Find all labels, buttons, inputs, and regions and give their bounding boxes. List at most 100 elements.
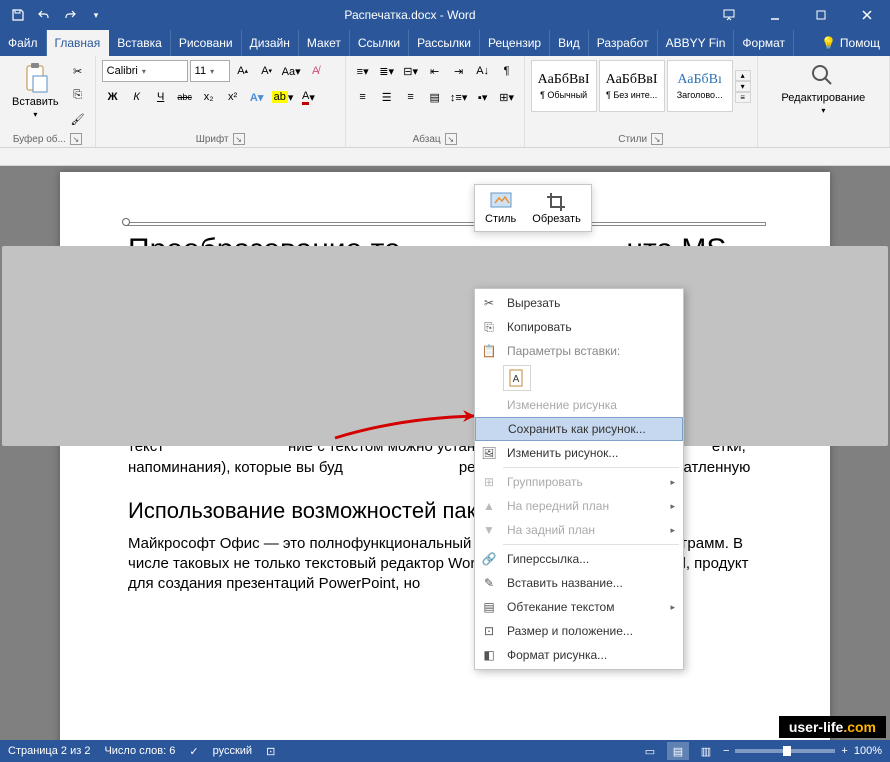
align-right-icon[interactable]: ≡ (400, 86, 422, 108)
show-marks-icon[interactable]: ¶ (496, 60, 518, 82)
editing-button[interactable]: Редактирование ▾ (764, 60, 883, 117)
group-clipboard: Вставить ▾ ✂ ⎘ 🖌 Буфер об...↘ (0, 56, 96, 147)
tab-format[interactable]: Формат (734, 30, 794, 56)
tab-developer[interactable]: Разработ (589, 30, 658, 56)
chevron-down-icon: ▾ (33, 110, 37, 119)
numbering-icon[interactable]: ≣▾ (376, 60, 398, 82)
image-handle[interactable] (122, 218, 130, 226)
menu-edit-picture[interactable]: 🖼Изменить рисунок... (475, 441, 683, 465)
view-read-icon[interactable]: ▭ (639, 742, 661, 760)
tab-layout[interactable]: Макет (299, 30, 350, 56)
tab-insert[interactable]: Вставка (109, 30, 171, 56)
status-language[interactable]: русский (213, 745, 252, 757)
change-case-icon[interactable]: Aa▾ (280, 60, 303, 82)
text-effects-icon[interactable]: A▾ (246, 86, 268, 108)
styles-group-label: Стили (618, 134, 647, 145)
menu-format-picture[interactable]: ◧Формат рисунка... (475, 643, 683, 667)
redo-icon[interactable] (58, 3, 82, 27)
highlight-icon[interactable]: ab▾ (270, 86, 296, 108)
zoom-slider[interactable] (735, 749, 835, 753)
format-painter-icon[interactable]: 🖌 (67, 108, 89, 130)
tab-file[interactable]: Файл (0, 30, 47, 56)
menu-size-position[interactable]: ⊡Размер и положение... (475, 619, 683, 643)
cut-icon[interactable]: ✂ (67, 60, 89, 82)
zoom-out-icon[interactable]: − (723, 745, 729, 757)
tab-review[interactable]: Рецензир (480, 30, 550, 56)
minimize-icon[interactable] (752, 0, 798, 30)
style-no-spacing[interactable]: АаБбВвІ¶ Без инте... (599, 60, 665, 112)
superscript-button[interactable]: x² (222, 86, 244, 108)
increase-indent-icon[interactable]: ⇥ (448, 60, 470, 82)
clear-format-icon[interactable]: A̸ (305, 60, 327, 82)
font-size-combo[interactable]: 11▾ (190, 60, 230, 82)
strike-button[interactable]: abc (174, 86, 196, 108)
tab-references[interactable]: Ссылки (350, 30, 409, 56)
shading-icon[interactable]: ▪▾ (472, 86, 494, 108)
status-insert-icon[interactable]: ⊡ (266, 745, 275, 758)
view-print-icon[interactable]: ▤ (667, 742, 689, 760)
zoom-thumb[interactable] (783, 746, 791, 756)
font-color-icon[interactable]: A▾ (297, 86, 319, 108)
image-selection-frame[interactable] (126, 222, 766, 226)
borders-icon[interactable]: ⊞▾ (496, 86, 518, 108)
group-editing: Редактирование ▾ (758, 56, 890, 147)
ribbon-options-icon[interactable] (706, 0, 752, 30)
font-name-combo[interactable]: Calibri▾ (102, 60, 188, 82)
tab-home[interactable]: Главная (47, 30, 110, 56)
sort-icon[interactable]: A↓ (472, 60, 494, 82)
italic-button[interactable]: К (126, 86, 148, 108)
subscript-button[interactable]: x₂ (198, 86, 220, 108)
mini-style-button[interactable]: Стиль (477, 187, 524, 229)
bullets-icon[interactable]: ≡▾ (352, 60, 374, 82)
tab-view[interactable]: Вид (550, 30, 589, 56)
status-page[interactable]: Страница 2 из 2 (8, 745, 90, 757)
save-icon[interactable] (6, 3, 30, 27)
menu-wrap-text[interactable]: ▤Обтекание текстом▸ (475, 595, 683, 619)
grow-font-icon[interactable]: A▴ (232, 60, 254, 82)
decrease-indent-icon[interactable]: ⇤ (424, 60, 446, 82)
bring-front-icon: ▲ (479, 499, 499, 513)
undo-icon[interactable] (32, 3, 56, 27)
status-words[interactable]: Число слов: 6 (104, 745, 175, 757)
status-spellcheck-icon[interactable]: ✓ (189, 745, 198, 758)
paste-option-keep-text[interactable]: A (503, 365, 531, 391)
menu-save-as-picture[interactable]: Сохранить как рисунок... (475, 417, 683, 441)
maximize-icon[interactable] (798, 0, 844, 30)
line-spacing-icon[interactable]: ↕≡▾ (448, 86, 470, 108)
qat-customize-icon[interactable]: ▾ (84, 3, 108, 27)
close-icon[interactable] (844, 0, 890, 30)
underline-button[interactable]: Ч (150, 86, 172, 108)
tell-me[interactable]: 💡 Помощ (811, 30, 890, 56)
titlebar: ▾ Распечатка.docx - Word (0, 0, 890, 30)
bold-button[interactable]: Ж (102, 86, 124, 108)
paste-button[interactable]: Вставить ▾ (6, 60, 65, 121)
picture-style-icon (489, 191, 513, 211)
align-left-icon[interactable]: ≡ (352, 86, 374, 108)
view-web-icon[interactable]: ▥ (695, 742, 717, 760)
zoom-level[interactable]: 100% (854, 745, 882, 757)
align-center-icon[interactable]: ☰ (376, 86, 398, 108)
style-normal[interactable]: АаБбВвІ¶ Обычный (531, 60, 597, 112)
multilevel-icon[interactable]: ⊟▾ (400, 60, 422, 82)
ribbon: Вставить ▾ ✂ ⎘ 🖌 Буфер об...↘ Calibri▾ 1… (0, 56, 890, 148)
mini-crop-button[interactable]: Обрезать (524, 187, 589, 229)
shrink-font-icon[interactable]: A▾ (256, 60, 278, 82)
tab-draw[interactable]: Рисовани (171, 30, 242, 56)
zoom-in-icon[interactable]: + (841, 745, 847, 757)
styles-gallery-more[interactable]: ▴▾≡ (735, 70, 751, 103)
clipboard-launcher[interactable]: ↘ (70, 133, 82, 145)
justify-icon[interactable]: ▤ (424, 86, 446, 108)
menu-copy[interactable]: ⎘Копировать (475, 315, 683, 339)
tab-abbyy[interactable]: ABBYY Fin (658, 30, 735, 56)
tab-mailings[interactable]: Рассылки (409, 30, 480, 56)
styles-launcher[interactable]: ↘ (651, 133, 663, 145)
scrollbar-thumb[interactable] (2, 246, 888, 446)
tab-design[interactable]: Дизайн (242, 30, 299, 56)
menu-hyperlink[interactable]: 🔗Гиперссылка... (475, 547, 683, 571)
paragraph-launcher[interactable]: ↘ (445, 133, 457, 145)
menu-cut[interactable]: ✂Вырезать (475, 291, 683, 315)
menu-insert-caption[interactable]: ✎Вставить название... (475, 571, 683, 595)
copy-icon[interactable]: ⎘ (67, 84, 89, 106)
font-launcher[interactable]: ↘ (233, 133, 245, 145)
style-heading1[interactable]: АаБбВıЗаголово... (667, 60, 733, 112)
